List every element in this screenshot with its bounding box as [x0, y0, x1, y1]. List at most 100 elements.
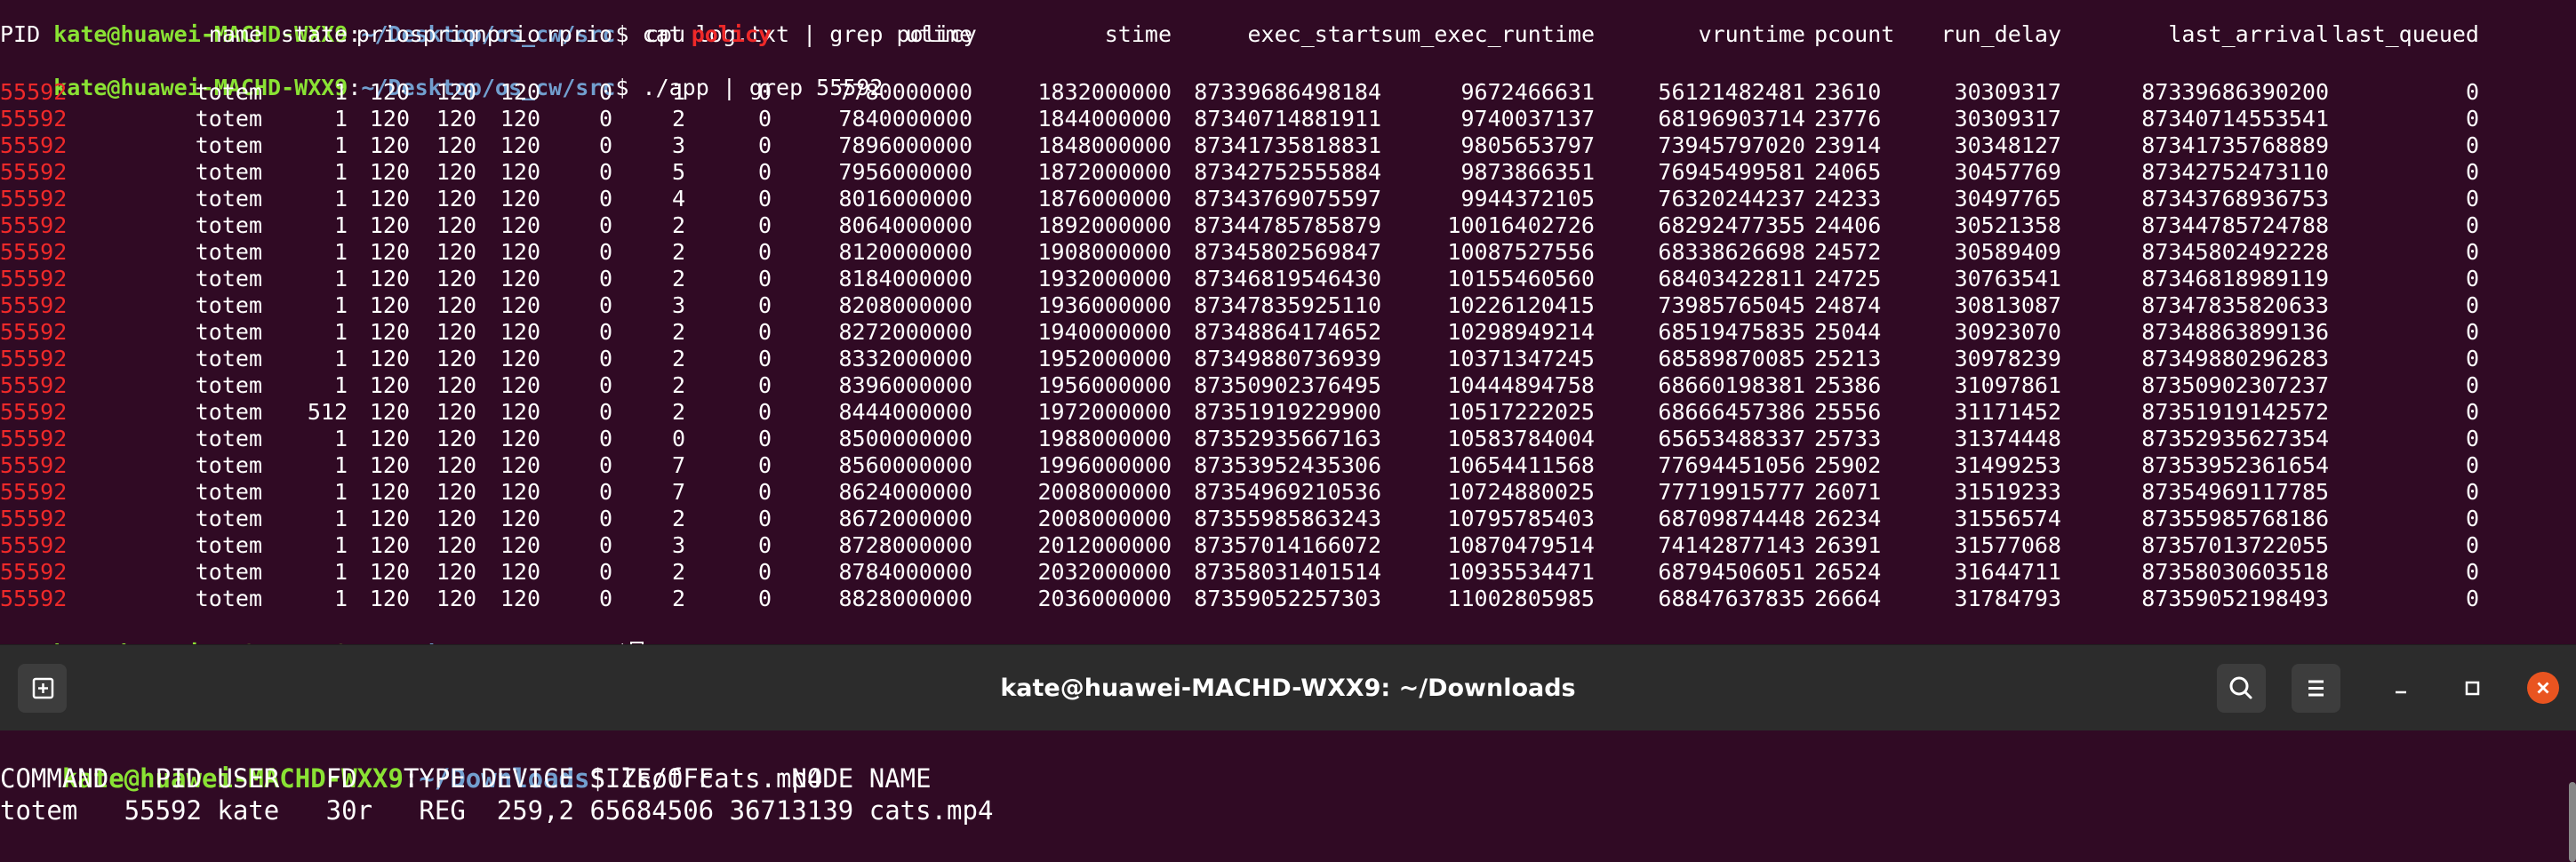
cell-nprio: 120: [500, 212, 540, 238]
cell-nprio: 120: [500, 559, 540, 585]
cell-cpu: 2: [671, 346, 685, 371]
cell-last-queued: 0: [2465, 212, 2479, 238]
cell-exec-start: 87353952435306: [1194, 452, 1381, 478]
cell-stime: 2012000000: [1037, 532, 1172, 558]
cell-rprio: 0: [598, 212, 612, 238]
cell-run-delay: 31171452: [1954, 399, 2061, 425]
cell-state: 1: [333, 159, 348, 185]
cell-last-arrival: 87346818989119: [2141, 266, 2329, 291]
cell-vruntime: 76320244237: [1658, 186, 1805, 212]
cell-pcount: 24233: [1814, 186, 1882, 212]
cell-pid: 55592: [0, 292, 68, 318]
bottom-terminal-output[interactable]: kate@huawei-MACHD-WXX9:~/Downloads$ lsof…: [0, 730, 2576, 862]
table-row: 55592 totem 512 120 120 120 0 2 0 8444000000 19720…: [0, 399, 2576, 426]
cell-exec-start: 87351919229900: [1194, 399, 1381, 425]
cell-policy: 0: [757, 292, 772, 318]
cell-vruntime: 68338626698: [1658, 239, 1805, 265]
cell-last-arrival: 87340714553541: [2141, 106, 2329, 132]
scrollbar[interactable]: [2569, 782, 2576, 862]
cell-run-delay: 31499253: [1954, 452, 2061, 478]
cell-policy: 0: [757, 186, 772, 212]
top-terminal-output[interactable]: kate@huawei-MACHD-WXX9:~/Desktop/os_cw/s…: [0, 0, 2576, 644]
window-titlebar[interactable]: kate@huawei-MACHD-WXX9: ~/Downloads: [0, 644, 2576, 731]
cell-policy: 0: [757, 372, 772, 398]
cell-utime: 8500000000: [838, 426, 972, 451]
search-button[interactable]: [2217, 664, 2266, 713]
table-row: 55592 totem 1 120 120 120 0 4 0 8016000000 1876000…: [0, 186, 2576, 212]
cell-rprio: 0: [598, 266, 612, 291]
cell-rprio: 0: [598, 559, 612, 585]
cell-pid: 55592: [0, 452, 68, 478]
cell-stime: 1892000000: [1037, 212, 1172, 238]
cell-name: totem: [195, 399, 262, 425]
cell-utime: 8184000000: [838, 266, 972, 291]
cell-run-delay: 31577068: [1954, 532, 2061, 558]
cell-last-arrival: 87343768936753: [2141, 186, 2329, 212]
cell-stime: 1876000000: [1037, 186, 1172, 212]
header-rprio: rprio: [545, 21, 612, 47]
cell-stime: 1996000000: [1037, 452, 1172, 478]
table-row: 55592 totem 1 120 120 120 0 1 0 7780000000 1832000…: [0, 79, 2576, 106]
cell-sum-exec-runtime: 10298949214: [1447, 319, 1595, 345]
minimize-button[interactable]: [2385, 672, 2417, 704]
cell-utime: 7896000000: [838, 132, 972, 158]
prompt-line-lsof: kate@huawei-MACHD-WXX9:~/Downloads$ lsof…: [0, 730, 823, 794]
cell-last-queued: 0: [2465, 559, 2479, 585]
cell-last-queued: 0: [2465, 266, 2479, 291]
cell-pcount: 24406: [1814, 212, 1882, 238]
cell-exec-start: 87341735818831: [1194, 132, 1381, 158]
cell-state: 1: [333, 79, 348, 105]
cell-vruntime: 73985765045: [1658, 292, 1805, 318]
cell-nprio: 120: [500, 479, 540, 505]
new-tab-button[interactable]: [18, 664, 67, 713]
cell-name: totem: [195, 559, 262, 585]
header-last-queued: last_queued: [2332, 21, 2479, 47]
cell-nprio: 120: [500, 292, 540, 318]
cell-last-arrival: 87347835820633: [2141, 292, 2329, 318]
cell-pid: 55592: [0, 586, 68, 611]
hamburger-menu-icon: [2308, 680, 2324, 697]
cell-vruntime: 68660198381: [1658, 372, 1805, 398]
table-row: 55592 totem 1 120 120 120 0 2 0 8828000000 2036000…: [0, 586, 2576, 612]
menu-button[interactable]: [2292, 664, 2340, 713]
cell-sprio: 120: [436, 399, 476, 425]
cell-nprio: 120: [500, 372, 540, 398]
cell-stime: 1932000000: [1037, 266, 1172, 291]
header-cpu: cpu: [644, 21, 685, 47]
table-row: 55592 totem 1 120 120 120 0 3 0 7896000000 1848000…: [0, 132, 2576, 159]
cell-prio: 120: [369, 266, 410, 291]
cell-stime: 1844000000: [1037, 106, 1172, 132]
cell-pid: 55592: [0, 159, 68, 185]
header-pcount: pcount: [1814, 21, 1895, 47]
cell-stime: 2036000000: [1037, 586, 1172, 611]
cell-pcount: 26234: [1814, 506, 1882, 531]
cell-cpu: 2: [671, 319, 685, 345]
cell-cpu: 2: [671, 506, 685, 531]
cell-sum-exec-runtime: 10371347245: [1447, 346, 1595, 371]
cell-cpu: 2: [671, 266, 685, 291]
maximize-button[interactable]: [2456, 672, 2488, 704]
table-row: 55592 totem 1 120 120 120 0 3 0 8208000000 1936000…: [0, 292, 2576, 319]
cell-run-delay: 30923070: [1954, 319, 2061, 345]
cell-pid: 55592: [0, 532, 68, 558]
cell-run-delay: 31519233: [1954, 479, 2061, 505]
cell-exec-start: 87342752555884: [1194, 159, 1381, 185]
header-exec-start: exec_start: [1247, 21, 1381, 47]
cell-pcount: 25213: [1814, 346, 1882, 371]
cell-stime: 1908000000: [1037, 239, 1172, 265]
cell-nprio: 120: [500, 319, 540, 345]
cell-utime: 8560000000: [838, 452, 972, 478]
cell-last-arrival: 87342752473110: [2141, 159, 2329, 185]
cell-rprio: 0: [598, 106, 612, 132]
cell-sum-exec-runtime: 9944372105: [1460, 186, 1595, 212]
cell-pid: 55592: [0, 506, 68, 531]
cell-exec-start: 87348864174652: [1194, 319, 1381, 345]
close-button[interactable]: [2527, 672, 2559, 704]
cell-policy: 0: [757, 346, 772, 371]
cell-pid: 55592: [0, 479, 68, 505]
cell-vruntime: 68794506051: [1658, 559, 1805, 585]
cell-prio: 120: [369, 159, 410, 185]
cell-state: 1: [333, 426, 348, 451]
cell-exec-start: 87339686498184: [1194, 79, 1381, 105]
cell-cpu: 7: [671, 479, 685, 505]
